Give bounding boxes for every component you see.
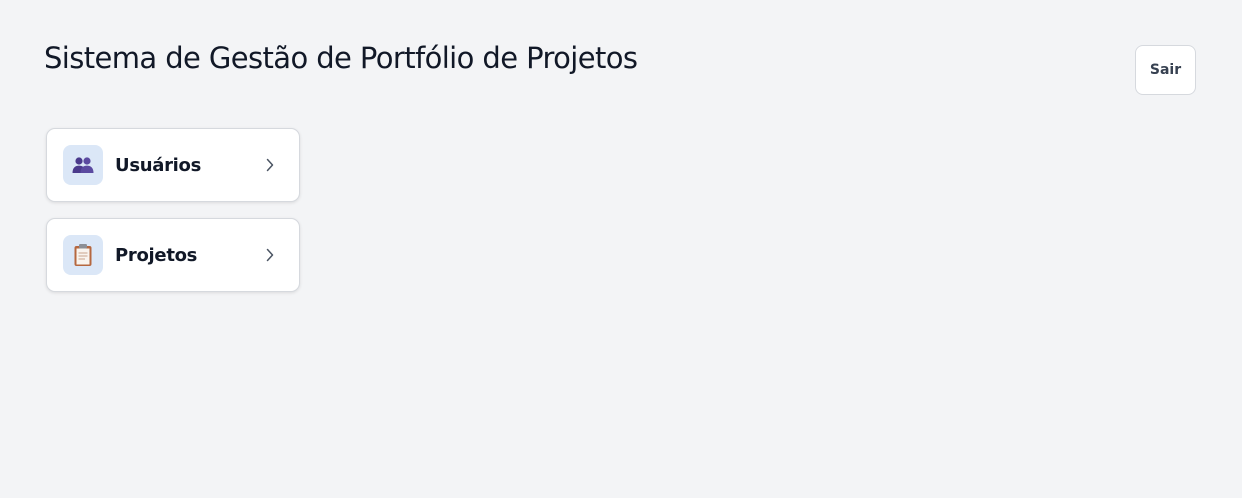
chevron-right-icon	[265, 247, 275, 267]
menu-card-projects[interactable]: Projetos	[46, 218, 300, 292]
menu-card-label: Projetos	[115, 245, 198, 266]
logout-button[interactable]: Sair	[1135, 45, 1196, 95]
users-icon	[63, 145, 103, 185]
clipboard-icon	[63, 235, 103, 275]
menu-card-users[interactable]: Usuários	[46, 128, 300, 202]
menu-card-label: Usuários	[115, 155, 202, 176]
page-title: Sistema de Gestão de Portfólio de Projet…	[44, 41, 638, 75]
chevron-right-icon	[265, 157, 275, 177]
